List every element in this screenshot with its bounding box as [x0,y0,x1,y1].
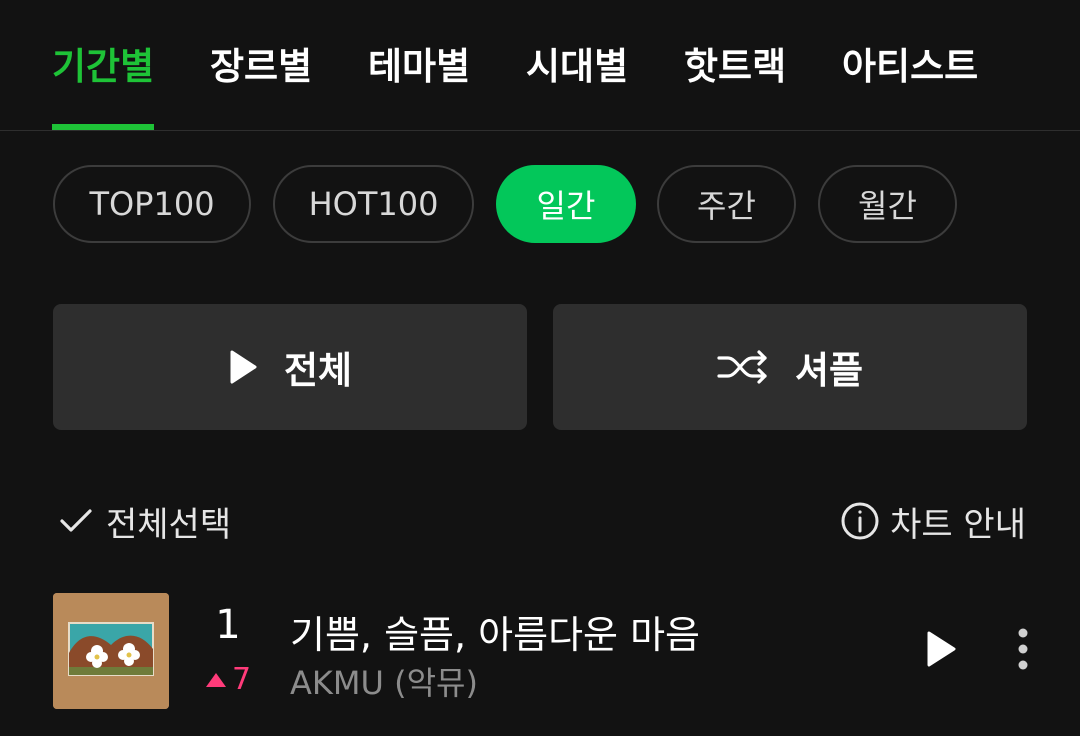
shuffle-label: 셔플 [794,349,864,392]
play-icon [924,629,958,673]
shuffle-icon [717,349,769,385]
chart-info-label: 차트 안내 [890,504,1026,545]
tab-theme[interactable]: 테마별 [368,40,470,94]
chip-weekly[interactable]: 주간 [657,165,796,243]
more-vertical-icon [1017,627,1029,675]
rank-change-value: 7 [232,662,252,697]
song-row[interactable]: 1 7 기쁨, 슬픔, 아름다운 마음 AKMU (악뮤) [0,588,1080,714]
tab-era[interactable]: 시대별 [526,40,628,94]
category-tab-bar: 기간별 장르별 테마별 시대별 핫트랙 아티스트 [0,0,1080,131]
play-all-label: 전체 [283,349,353,392]
active-tab-indicator [52,124,154,130]
rank-change: 7 [204,662,251,697]
album-art[interactable] [53,593,169,709]
song-play-button[interactable] [912,624,970,678]
shuffle-button[interactable]: 셔플 [553,304,1027,430]
rank-number: 1 [215,602,241,648]
play-all-button[interactable]: 전체 [53,304,527,430]
tab-artist[interactable]: 아티스트 [842,40,978,94]
select-all-label: 전체선택 [106,504,232,545]
info-icon [840,501,880,541]
chart-info-button[interactable]: 차트 안내 [840,498,1026,545]
chip-monthly[interactable]: 월간 [818,165,957,243]
select-all-button[interactable]: 전체선택 [58,498,232,545]
tab-period[interactable]: 기간별 [52,40,154,94]
play-icon [228,349,258,385]
chip-hot100[interactable]: HOT100 [273,165,474,243]
song-more-button[interactable] [1002,624,1044,678]
check-icon [58,506,94,536]
chip-daily[interactable]: 일간 [496,165,636,243]
chip-top100[interactable]: TOP100 [53,165,251,243]
tab-genre[interactable]: 장르별 [210,40,312,94]
song-artist[interactable]: AKMU (악뮤) [290,658,478,704]
rank-up-icon [204,671,228,689]
tab-hot-track[interactable]: 핫트랙 [684,40,786,94]
song-title[interactable]: 기쁨, 슬픔, 아름다운 마음 [290,604,700,659]
